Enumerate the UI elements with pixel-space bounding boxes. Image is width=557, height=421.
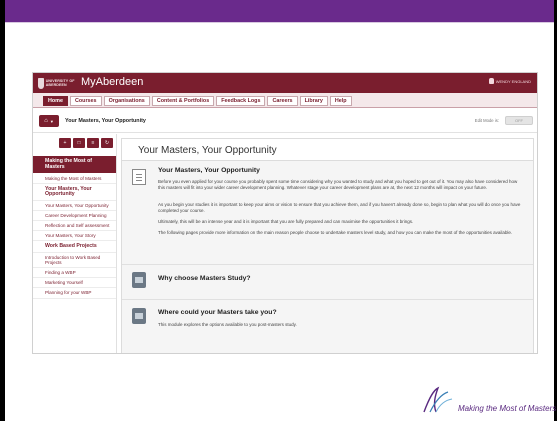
sidebar-section-heading[interactable]: Work Based Projects <box>33 241 116 253</box>
item-paragraph: As you begin your studies it is importan… <box>158 202 521 213</box>
sidebar-item[interactable]: Your Masters, Your Opportunity <box>33 201 116 211</box>
content-area: Your Masters, Your Opportunity Your Mast… <box>121 138 534 353</box>
logo-text: UNIVERSITY OF ABERDEEN <box>45 79 75 87</box>
main-nav: Home Courses Organisations Content & Portfo… <box>33 93 537 108</box>
sidebar-item[interactable]: Your Masters, Your Story <box>33 231 116 242</box>
item-divider <box>122 299 533 300</box>
item-title[interactable]: Where could your Masters take you? <box>158 309 277 316</box>
item-paragraph: Ultimately, this will be an intense year… <box>158 219 414 224</box>
item-paragraph: This module explores the options availab… <box>158 322 297 327</box>
slide-top-bar <box>0 0 557 22</box>
home-icon: ⌂ <box>44 118 48 124</box>
item-paragraph: Before you even applied for your course … <box>158 179 518 190</box>
sidebar-item[interactable]: Introduction to Work Based Projects <box>33 253 116 269</box>
content-item-where: Where could your Masters take you? This … <box>132 306 525 336</box>
folder-icon <box>132 272 146 288</box>
slide-left-border <box>0 0 5 421</box>
sidebar-item[interactable]: Reflection and Self assessment <box>33 221 116 232</box>
myaberdeen-window: UNIVERSITY OF ABERDEEN MyAberdeen WENDY … <box>32 72 538 354</box>
course-menu-button[interactable]: ⌂ ▼ <box>39 115 59 127</box>
edit-mode-label: Edit Mode is: <box>474 118 499 123</box>
nav-tab-organisations[interactable]: Organisations <box>103 96 150 106</box>
nav-tab-content-portfolios[interactable]: Content & Portfolios <box>151 96 215 106</box>
nav-tab-careers[interactable]: Careers <box>267 96 298 106</box>
nav-tab-feedback-logs[interactable]: Feedback Logs <box>216 96 266 106</box>
content-item-intro: Your Masters, Your Opportunity Before yo… <box>132 167 525 261</box>
sidebar-heading[interactable]: Making the Most of Masters <box>33 156 116 173</box>
sidebar-section-heading[interactable]: Your Masters, Your Opportunity <box>33 184 116 201</box>
sidebar-item[interactable]: Planning for your WBP <box>33 288 116 299</box>
edit-mode-toggle[interactable]: OFF <box>505 116 533 125</box>
course-header: ⌂ ▼ Your Masters, Your Opportunity Edit … <box>33 109 537 133</box>
sidebar-item[interactable]: Making the Most of Masters <box>33 174 116 185</box>
app-title: MyAberdeen <box>81 76 144 88</box>
brand-bar: UNIVERSITY OF ABERDEEN MyAberdeen WENDY … <box>33 73 537 93</box>
plus-icon[interactable]: + <box>59 138 71 148</box>
university-logo[interactable]: UNIVERSITY OF ABERDEEN <box>38 76 78 90</box>
nav-tabs: Home Courses Organisations Content & Portfo… <box>43 96 352 106</box>
slide-divider <box>5 22 554 23</box>
footer-brand-text: Making the Most of Masters <box>458 404 557 413</box>
nav-tab-help[interactable]: Help <box>329 96 352 106</box>
item-title[interactable]: Your Masters, Your Opportunity <box>158 167 260 174</box>
chevron-down-icon: ▼ <box>49 118 54 124</box>
document-icon <box>132 169 146 185</box>
sidebar-item[interactable]: Marketing Yourself <box>33 278 116 289</box>
sidebar-item[interactable]: Finding a WBP <box>33 268 116 279</box>
sidebar-menu: Making the Most of Masters Your Masters, … <box>33 174 116 299</box>
folder-icon[interactable]: □ <box>73 138 85 148</box>
course-title: Your Masters, Your Opportunity <box>65 118 146 124</box>
content-title: Your Masters, Your Opportunity <box>122 139 533 161</box>
user-menu[interactable]: WENDY ENGLAND <box>488 78 531 84</box>
refresh-icon[interactable]: ↻ <box>101 138 113 148</box>
item-title[interactable]: Why choose Masters Study? <box>158 275 251 282</box>
user-icon <box>488 78 494 84</box>
nav-tab-home[interactable]: Home <box>43 96 68 106</box>
user-name: WENDY ENGLAND <box>495 78 531 84</box>
item-divider <box>122 264 533 265</box>
sidebar-tools: + □ ≡ ↻ <box>59 138 113 148</box>
course-sidebar: + □ ≡ ↻ Making the Most of Masters Makin… <box>33 134 117 353</box>
content-item-why: Why choose Masters Study? <box>132 270 525 292</box>
nav-tab-library[interactable]: Library <box>299 96 328 106</box>
sidebar-item[interactable]: Career Development Planning <box>33 211 116 222</box>
crest-icon <box>38 77 44 89</box>
folder-icon <box>132 308 146 324</box>
nav-tab-courses[interactable]: Courses <box>69 96 102 106</box>
list-icon[interactable]: ≡ <box>87 138 99 148</box>
item-paragraph: The following pages provide more informa… <box>158 230 513 235</box>
